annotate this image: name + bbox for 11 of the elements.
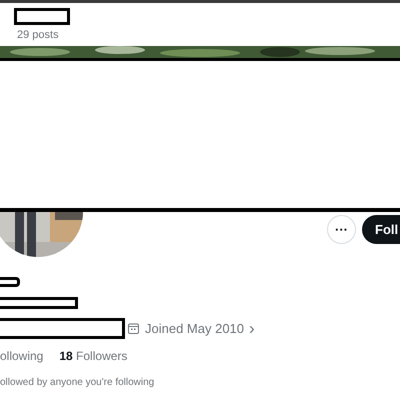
- followed-by-text: ollowed by anyone you're following: [0, 376, 156, 390]
- followers-link[interactable]: 18 Followers: [59, 347, 128, 365]
- more-button[interactable]: ···: [327, 215, 356, 244]
- following-link[interactable]: ollowing: [0, 347, 44, 365]
- post-count: 29 posts: [16, 28, 60, 42]
- calendar-icon: [128, 323, 139, 334]
- follow-button[interactable]: Foll: [362, 215, 400, 244]
- chevron-icon[interactable]: ›: [249, 320, 255, 337]
- joined-date: Joined May 2010: [145, 320, 244, 338]
- redaction-box: [0, 277, 20, 287]
- redaction-box: [14, 8, 70, 25]
